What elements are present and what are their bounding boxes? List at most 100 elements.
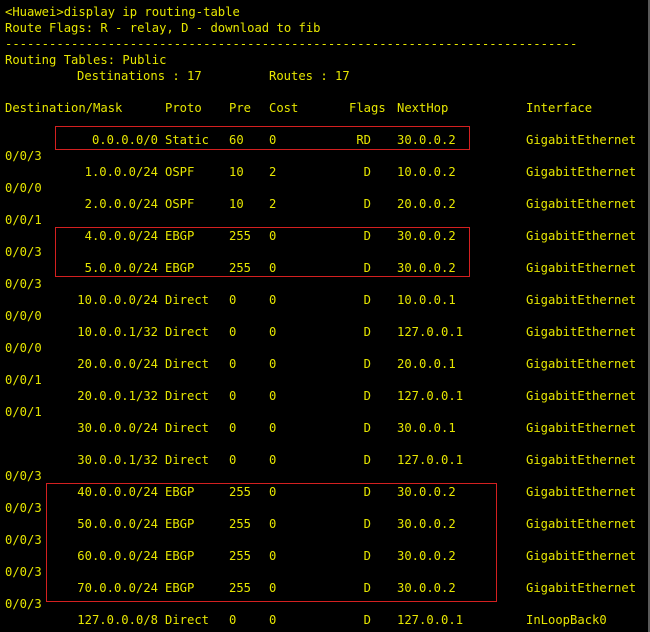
route-preference: 0	[229, 421, 237, 435]
route-destination: 10.0.0.0/24	[77, 293, 158, 307]
route-preference: 0	[229, 389, 237, 403]
route-interface-wrap: 0/0/0	[5, 181, 42, 195]
route-proto: EBGP	[165, 517, 195, 531]
route-nexthop: 30.0.0.1	[397, 421, 456, 435]
route-interface-wrap: 0/0/3	[5, 565, 42, 579]
route-nexthop: 127.0.0.1	[397, 613, 464, 627]
route-preference: 255	[229, 229, 252, 243]
route-preference: 255	[229, 261, 252, 275]
route-flags: D	[363, 485, 371, 499]
route-flags: D	[363, 421, 371, 435]
route-nexthop: 30.0.0.2	[397, 485, 456, 499]
route-proto: Direct	[165, 421, 210, 435]
route-proto: Direct	[165, 325, 210, 339]
route-destination: 5.0.0.0/24	[84, 261, 158, 275]
route-proto: Direct	[165, 453, 210, 467]
route-cost: 0	[269, 389, 277, 403]
route-interface-wrap: 0/0/3	[5, 501, 42, 515]
command-line: <Huawei>display ip routing-table	[5, 5, 240, 19]
col-cost-header: Cost	[269, 101, 299, 115]
route-interface-wrap: 0/0/1	[5, 213, 42, 227]
route-interface: GigabitEthernet	[526, 517, 637, 531]
route-flags: D	[363, 613, 371, 627]
route-cost: 0	[269, 549, 277, 563]
route-proto: Direct	[165, 293, 210, 307]
terminal-window[interactable]: <Huawei>display ip routing-table Route F…	[0, 0, 650, 632]
col-nexthop-header: NextHop	[397, 101, 449, 115]
route-interface-wrap: 0/0/0	[5, 309, 42, 323]
col-pre-header: Pre	[229, 101, 252, 115]
route-flags: D	[363, 549, 371, 563]
route-proto: EBGP	[165, 549, 195, 563]
route-cost: 0	[269, 613, 277, 627]
route-interface: GigabitEthernet	[526, 421, 637, 435]
route-interface: GigabitEthernet	[526, 261, 637, 275]
route-interface: GigabitEthernet	[526, 357, 637, 371]
route-preference: 255	[229, 485, 252, 499]
route-nexthop: 127.0.0.1	[397, 325, 464, 339]
route-proto: EBGP	[165, 581, 195, 595]
route-nexthop: 30.0.0.2	[397, 581, 456, 595]
route-preference: 0	[229, 357, 237, 371]
route-flags-line: Route Flags: R - relay, D - download to …	[5, 21, 321, 35]
col-proto-header: Proto	[165, 101, 202, 115]
route-interface: GigabitEthernet	[526, 293, 637, 307]
routes-count: Routes : 17	[269, 69, 350, 83]
route-destination: 70.0.0.0/24	[77, 581, 158, 595]
route-cost: 0	[269, 581, 277, 595]
route-nexthop: 30.0.0.2	[397, 261, 456, 275]
route-preference: 255	[229, 581, 252, 595]
route-nexthop: 30.0.0.2	[397, 549, 456, 563]
route-interface-wrap: 0/0/0	[5, 341, 42, 355]
route-interface: GigabitEthernet	[526, 197, 637, 211]
route-interface: InLoopBack0	[526, 613, 607, 627]
route-preference: 0	[229, 293, 237, 307]
routing-tables-line: Routing Tables: Public	[5, 53, 167, 67]
route-flags: D	[363, 517, 371, 531]
route-nexthop: 10.0.0.1	[397, 293, 456, 307]
route-cost: 0	[269, 421, 277, 435]
route-proto: Direct	[165, 357, 210, 371]
route-flags: D	[363, 389, 371, 403]
route-preference: 255	[229, 549, 252, 563]
route-proto: EBGP	[165, 485, 195, 499]
route-proto: Static	[165, 133, 210, 147]
route-preference: 10	[229, 165, 244, 179]
route-interface-wrap: 0/0/1	[5, 405, 42, 419]
route-interface: GigabitEthernet	[526, 549, 637, 563]
route-cost: 0	[269, 325, 277, 339]
route-interface: GigabitEthernet	[526, 133, 637, 147]
route-nexthop: 30.0.0.2	[397, 517, 456, 531]
route-cost: 2	[269, 197, 277, 211]
route-interface: GigabitEthernet	[526, 581, 637, 595]
route-flags: D	[363, 453, 371, 467]
route-destination: 4.0.0.0/24	[84, 229, 158, 243]
route-destination: 50.0.0.0/24	[77, 517, 158, 531]
route-proto: OSPF	[165, 197, 195, 211]
route-proto: Direct	[165, 613, 210, 627]
route-proto: Direct	[165, 389, 210, 403]
route-nexthop: 20.0.0.2	[397, 197, 456, 211]
col-destination-header: Destination/Mask	[5, 101, 123, 115]
route-nexthop: 127.0.0.1	[397, 389, 464, 403]
route-preference: 0	[229, 325, 237, 339]
route-flags: D	[363, 357, 371, 371]
route-nexthop: 20.0.0.1	[397, 357, 456, 371]
route-cost: 0	[269, 357, 277, 371]
route-destination: 30.0.0.1/32	[77, 453, 158, 467]
route-cost: 0	[269, 517, 277, 531]
route-destination: 2.0.0.0/24	[84, 197, 158, 211]
route-nexthop: 10.0.0.2	[397, 165, 456, 179]
route-flags: D	[363, 197, 371, 211]
route-destination: 60.0.0.0/24	[77, 549, 158, 563]
route-preference: 60	[229, 133, 244, 147]
route-interface-wrap: 0/0/3	[5, 597, 42, 611]
route-interface-wrap: 0/0/3	[5, 245, 42, 259]
route-destination: 20.0.0.0/24	[77, 357, 158, 371]
route-cost: 2	[269, 165, 277, 179]
route-flags: D	[363, 581, 371, 595]
route-interface-wrap: 0/0/3	[5, 469, 42, 483]
route-interface: GigabitEthernet	[526, 453, 637, 467]
route-preference: 255	[229, 517, 252, 531]
destinations-count: Destinations : 17	[77, 69, 202, 83]
